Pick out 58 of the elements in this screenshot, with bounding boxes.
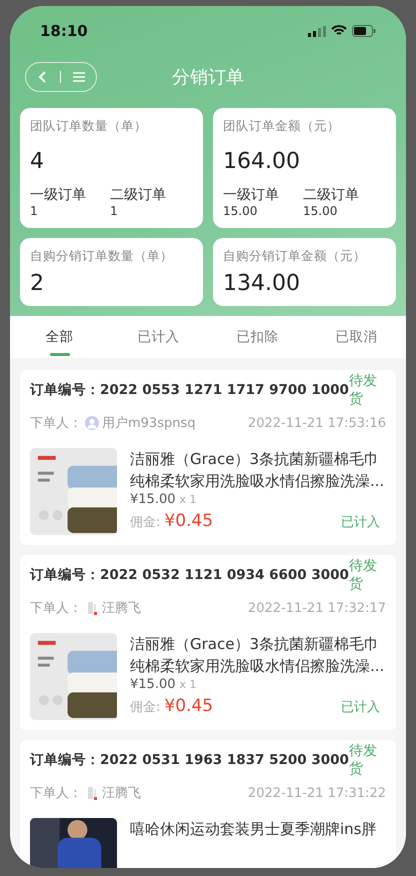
- tab[interactable]: 已扣除: [208, 316, 307, 358]
- product-quantity: x 1: [180, 678, 197, 691]
- tab[interactable]: 已取消: [307, 316, 406, 358]
- commission-amount: ¥0.45: [164, 696, 214, 716]
- order-number: 订单编号：2022 0532 1121 0934 6600 3000: [30, 566, 349, 584]
- avatar-icon: [85, 785, 99, 801]
- stat-value: 164.00: [223, 149, 301, 174]
- product-quantity: x 1: [180, 493, 197, 506]
- order-time: 2022-11-21 17:32:17: [248, 600, 386, 616]
- sub-label: 一级订单: [223, 186, 280, 204]
- sub-value: 15.00: [223, 204, 258, 218]
- page-title: 分销订单: [172, 66, 244, 89]
- commission-amount: ¥0.45: [164, 511, 214, 531]
- order-status: 待发货: [348, 557, 378, 593]
- stat-label: 自购分销订单数量（单）: [30, 248, 174, 265]
- sub-value: 1: [110, 204, 119, 218]
- tab[interactable]: 全部: [10, 316, 109, 358]
- product-title: 洁丽雅（Grace）3条抗菌新疆棉毛巾纯棉柔软家用洗脸吸水情侣擦脸洗澡...: [130, 634, 386, 677]
- product-price: ¥15.00: [130, 492, 176, 507]
- commission-label: 佣金:: [130, 699, 160, 716]
- battery-icon: [352, 25, 376, 37]
- buyer-name: 汪腾飞: [102, 600, 141, 617]
- stat-value: 4: [30, 149, 45, 174]
- order-time: 2022-11-21 17:31:22: [248, 786, 386, 800]
- status-time: 18:10: [40, 22, 88, 40]
- back-icon[interactable]: [38, 71, 48, 83]
- commission-label: 佣金:: [130, 514, 160, 531]
- avatar-icon: [85, 416, 99, 430]
- order-status: 待发货: [348, 372, 378, 408]
- sub-value: 1: [30, 204, 39, 218]
- sub-value: 15.00: [303, 204, 338, 218]
- menu-icon[interactable]: [72, 72, 84, 82]
- stat-value: 2: [30, 271, 45, 296]
- sub-label: 一级订单: [30, 186, 87, 204]
- signal-icon: [308, 26, 326, 36]
- product-price: ¥15.00: [130, 677, 176, 692]
- wifi-icon: [331, 25, 347, 37]
- buyer-label: 下单人：: [30, 785, 82, 802]
- product-title: 洁丽雅（Grace）3条抗菌新疆棉毛巾纯棉柔软家用洗脸吸水情侣擦脸洗澡...: [130, 449, 386, 492]
- order-status: 待发货: [348, 742, 378, 778]
- sub-label: 二级订单: [110, 186, 167, 204]
- order-time: 2022-11-21 17:53:16: [248, 416, 386, 430]
- stat-label: 团队订单数量（单）: [30, 118, 148, 135]
- buyer-name: 用户m93spnsq: [102, 415, 196, 432]
- buyer-label: 下单人：: [30, 415, 82, 432]
- tab[interactable]: 已计入: [109, 316, 208, 358]
- order-number: 订单编号：2022 0553 1271 1717 9700 1000: [30, 381, 349, 399]
- stat-label: 自购分销订单金额（元）: [223, 248, 367, 265]
- buyer-name: 汪腾飞: [102, 785, 141, 802]
- sub-label: 二级订单: [303, 186, 360, 204]
- stat-value: 134.00: [223, 271, 301, 296]
- settlement-status: 已计入: [341, 699, 380, 716]
- stat-label: 团队订单金额（元）: [223, 118, 341, 135]
- product-title: 嘻哈休闲运动套装男士夏季潮牌ins胖: [130, 819, 378, 838]
- order-number: 订单编号：2022 0531 1963 1837 5200 3000: [30, 751, 349, 769]
- avatar-icon: [85, 600, 99, 616]
- buyer-label: 下单人：: [30, 600, 82, 617]
- settlement-status: 已计入: [341, 514, 380, 531]
